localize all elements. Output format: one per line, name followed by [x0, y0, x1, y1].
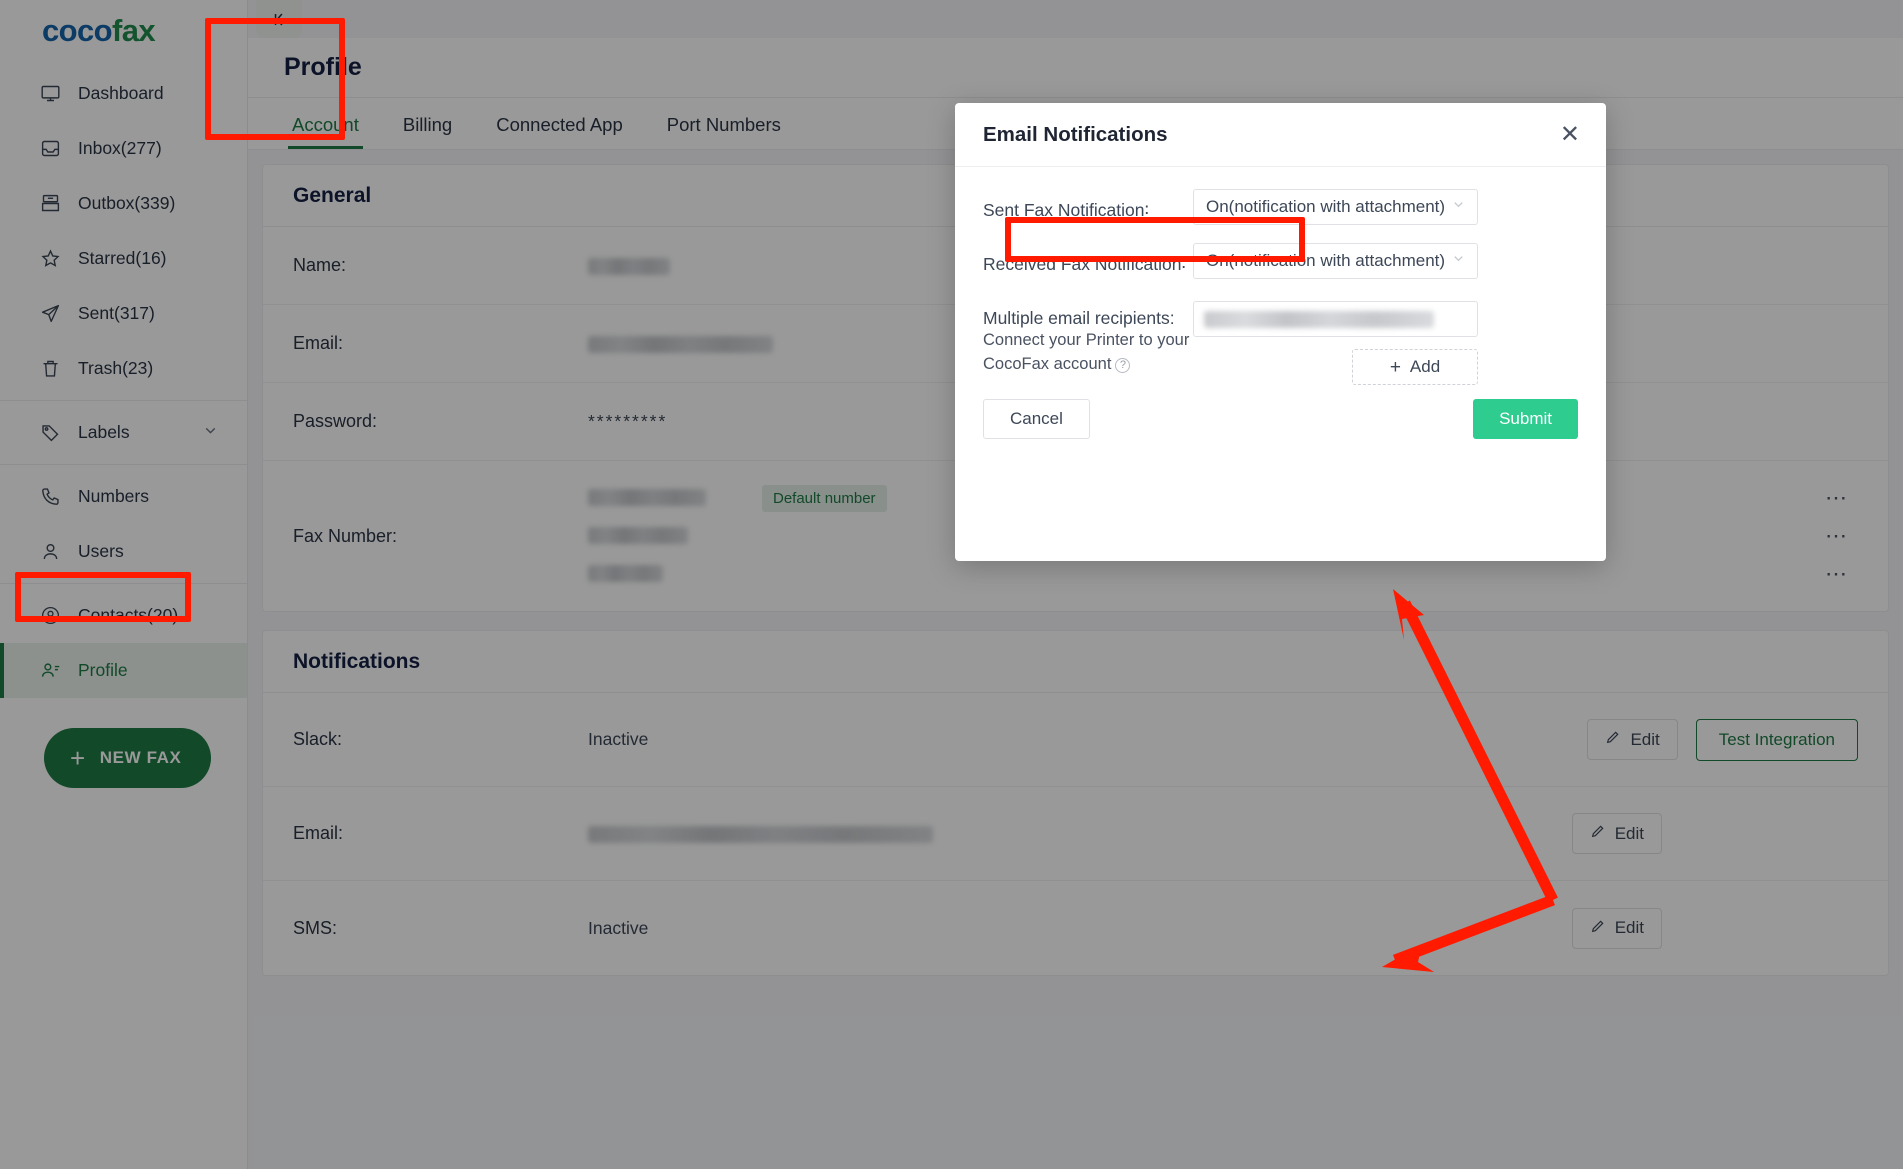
recipients-input[interactable] — [1193, 301, 1478, 337]
recipients-label-text: Multiple email recipients: — [983, 308, 1175, 328]
modal-footer: Cancel Submit — [955, 385, 1606, 439]
select-value: On(notification with attachment) — [1206, 197, 1446, 216]
recipients-hint-line1: Connect your Printer to your — [983, 331, 1190, 349]
chevron-down-icon — [1451, 197, 1466, 217]
received-fax-notification-label: Received Fax Notification∶ — [983, 254, 1186, 274]
multiple-email-recipients-label: Multiple email recipients: Connect your … — [983, 301, 1193, 377]
modal-overlay[interactable] — [0, 0, 1903, 1169]
received-fax-notification-select[interactable]: On(notification with attachment) — [1193, 243, 1478, 279]
close-icon[interactable]: ✕ — [1560, 122, 1580, 147]
modal-body: Sent Fax Notification∶ On(notification w… — [955, 167, 1606, 385]
multiple-email-recipients-field: + Add — [1193, 301, 1578, 385]
cancel-button[interactable]: Cancel — [983, 399, 1090, 439]
sent-fax-notification-field: On(notification with attachment) — [1193, 189, 1578, 225]
modal-header: Email Notifications ✕ — [955, 103, 1606, 167]
submit-button[interactable]: Submit — [1473, 399, 1578, 439]
plus-icon: + — [1389, 356, 1401, 378]
redacted-bar — [1204, 310, 1434, 328]
add-label: Add — [1409, 357, 1441, 376]
sent-fax-notification-select[interactable]: On(notification with attachment) — [1193, 189, 1478, 225]
received-fax-notification-row: Received Fax Notification∶ On(notificati… — [983, 243, 1578, 279]
sent-fax-notification-row: Sent Fax Notification∶ On(notification w… — [983, 189, 1578, 225]
question-mark-icon[interactable]: ? — [1115, 358, 1131, 374]
received-fax-notification-field: On(notification with attachment) — [1193, 243, 1578, 279]
email-notifications-modal: Email Notifications ✕ Sent Fax Notificat… — [955, 103, 1606, 561]
recipients-hint-line2: CocoFax account? — [983, 353, 1193, 377]
modal-title: Email Notifications — [983, 122, 1168, 146]
add-recipient-button[interactable]: + Add — [1352, 349, 1478, 385]
multiple-email-recipients-row: Multiple email recipients: Connect your … — [983, 301, 1578, 385]
chevron-down-icon — [1451, 251, 1466, 271]
recipients-hint-text: CocoFax account — [983, 354, 1112, 373]
sent-fax-notification-label: Sent Fax Notification∶ — [983, 200, 1150, 220]
select-value: On(notification with attachment) — [1206, 251, 1446, 270]
